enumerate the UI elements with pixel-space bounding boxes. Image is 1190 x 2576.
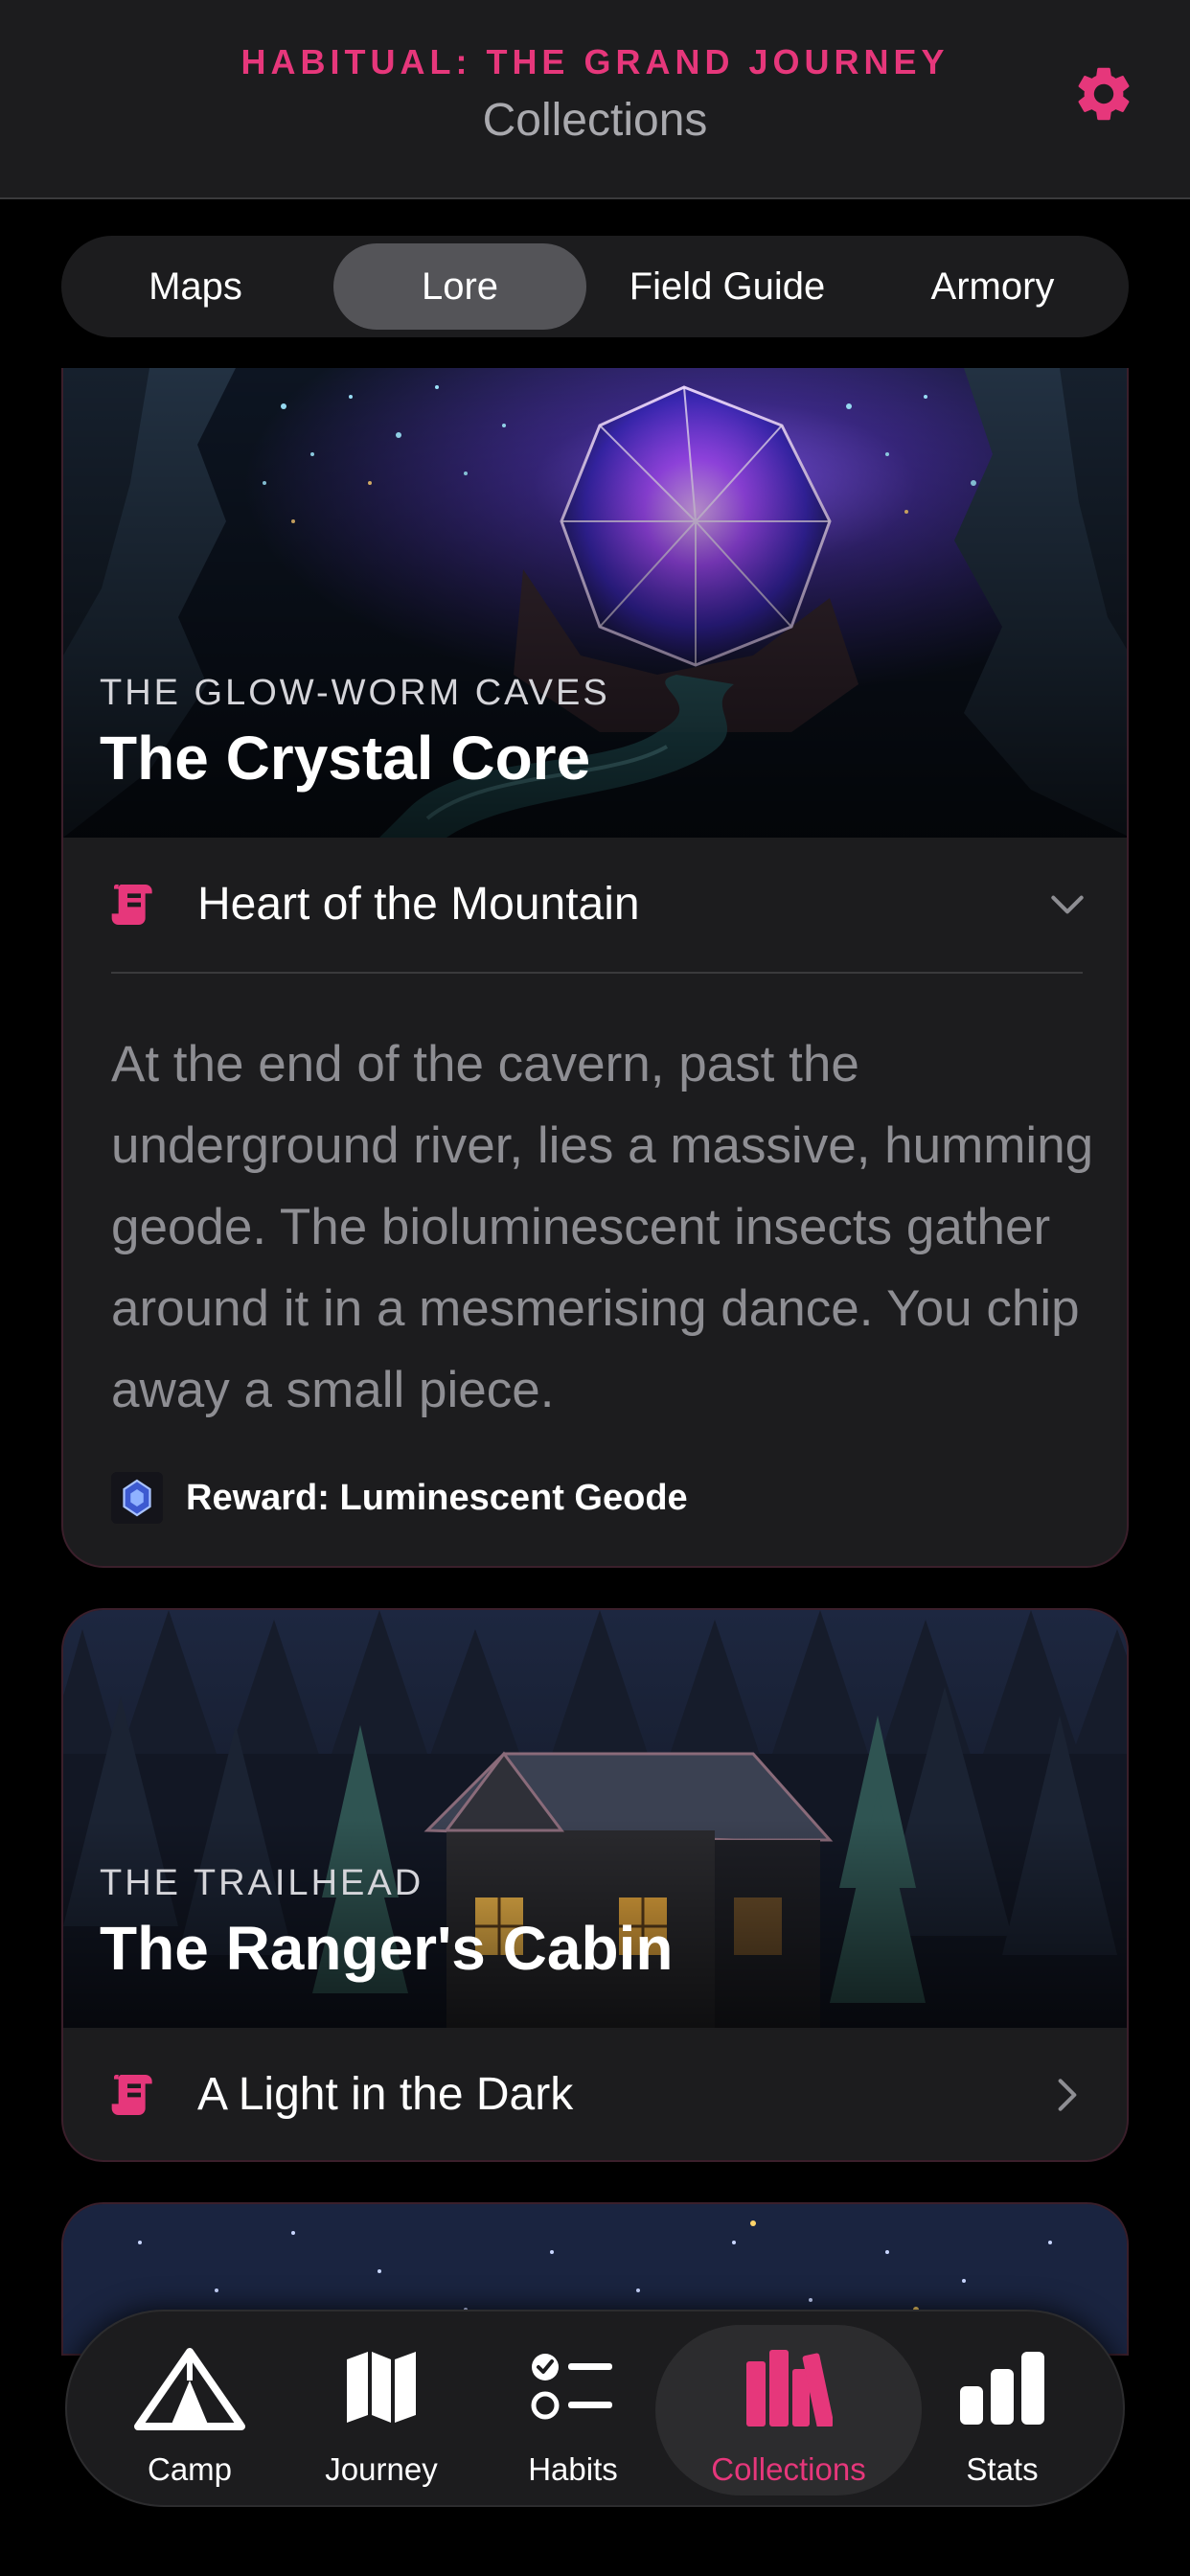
divider xyxy=(111,972,1083,974)
segment-lore[interactable]: Lore xyxy=(333,243,586,330)
lore-card: THE TRAILHEAD The Ranger's Cabin A Light… xyxy=(61,1608,1129,2162)
tab-label: Journey xyxy=(325,2451,438,2487)
tab-label: Habits xyxy=(528,2451,618,2487)
scroll-icon xyxy=(111,2075,152,2115)
lore-entry-title: A Light in the Dark xyxy=(197,2069,574,2120)
books-icon xyxy=(746,2350,833,2426)
gear-icon[interactable] xyxy=(1071,61,1136,126)
reward-label: Reward: Luminescent Geode xyxy=(186,1478,688,1518)
tab-journey[interactable]: Journey xyxy=(286,2312,477,2509)
segment-maps[interactable]: Maps xyxy=(69,243,322,330)
chevron-down-icon[interactable] xyxy=(1046,884,1088,926)
tab-camp[interactable]: Camp xyxy=(94,2312,286,2509)
lore-card-hero-image: THE TRAILHEAD The Ranger's Cabin xyxy=(63,1610,1127,2028)
lore-body-text: At the end of the cavern, past the under… xyxy=(111,1036,1094,1418)
lore-title: The Ranger's Cabin xyxy=(100,1914,674,1983)
tab-label: Camp xyxy=(147,2451,233,2487)
chevron-right-icon[interactable] xyxy=(1046,2074,1088,2116)
tab-habits[interactable]: Habits xyxy=(477,2312,669,2509)
lore-entry-header[interactable]: Heart of the Mountain xyxy=(63,838,1127,972)
screen-title: Collections xyxy=(482,95,708,146)
header: HABITUAL: THE GRAND JOURNEY Collections xyxy=(0,0,1190,199)
tent-icon xyxy=(134,2348,245,2430)
lore-location: THE GLOW-WORM CAVES xyxy=(100,673,610,713)
geode-icon xyxy=(111,1472,163,1524)
segment-field-guide[interactable]: Field Guide xyxy=(598,243,857,330)
collections-screen: HABITUAL: THE GRAND JOURNEY Collections … xyxy=(0,0,1190,2576)
tab-collections[interactable]: Collections xyxy=(693,2312,884,2509)
tab-bar: Camp Journey Habits Collections Stats xyxy=(65,2310,1125,2507)
segment-armory[interactable]: Armory xyxy=(864,243,1121,330)
bar-chart-icon xyxy=(960,2352,1044,2425)
lore-title: The Crystal Core xyxy=(100,724,591,793)
app-title: HABITUAL: THE GRAND JOURNEY xyxy=(240,42,950,81)
lore-card: THE GLOW-WORM CAVES The Crystal Core Hea… xyxy=(61,368,1129,1568)
tab-label: Stats xyxy=(966,2451,1039,2487)
lore-location: THE TRAILHEAD xyxy=(100,1863,424,1903)
collection-segmented-control: Maps Lore Field Guide Armory xyxy=(61,236,1129,337)
lore-entry-header[interactable]: A Light in the Dark xyxy=(63,2028,1127,2160)
checklist-icon xyxy=(531,2354,612,2420)
tab-stats[interactable]: Stats xyxy=(906,2312,1098,2509)
scroll-icon xyxy=(111,885,152,925)
tab-label: Collections xyxy=(711,2451,866,2487)
lore-entry-title: Heart of the Mountain xyxy=(197,879,640,930)
map-icon xyxy=(347,2352,416,2423)
lore-card-hero-image: THE GLOW-WORM CAVES The Crystal Core xyxy=(63,368,1127,838)
